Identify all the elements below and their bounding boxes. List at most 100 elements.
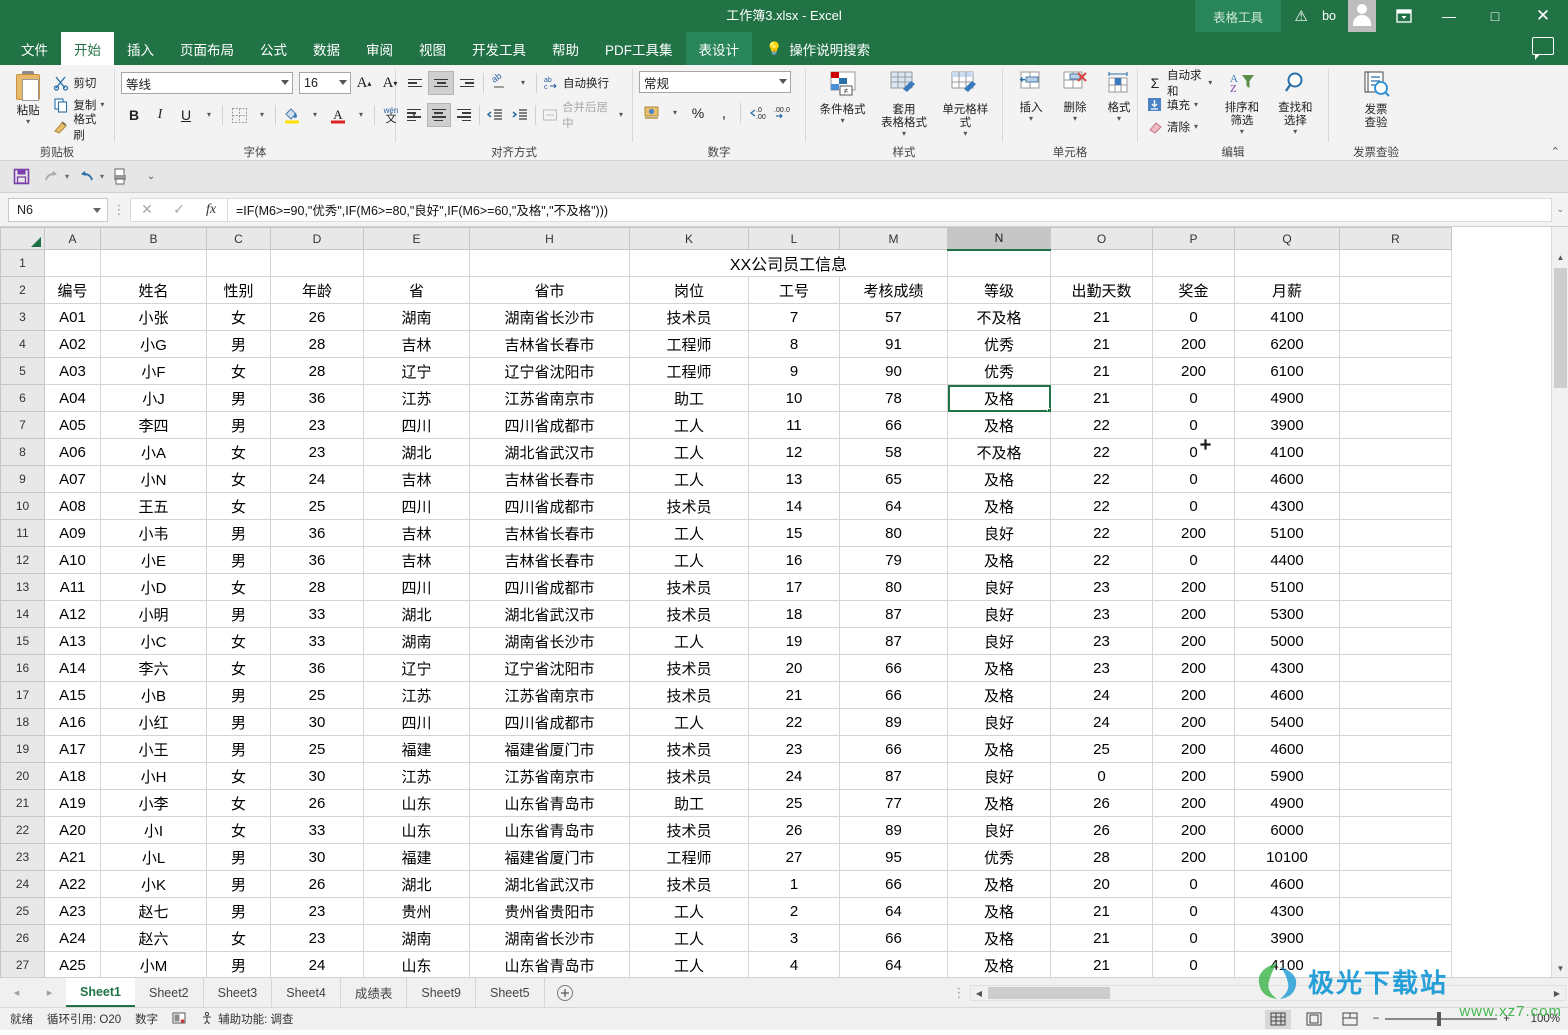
row-header-6[interactable]: 6 bbox=[0, 384, 45, 412]
cell-D7[interactable]: 23 bbox=[270, 411, 364, 439]
cell-N24[interactable]: 及格 bbox=[947, 870, 1051, 898]
cell-L27[interactable]: 4 bbox=[748, 951, 840, 977]
cell-B12[interactable]: 小E bbox=[100, 546, 207, 574]
tab-review[interactable]: 审阅 bbox=[353, 32, 406, 65]
print-preview-icon[interactable] bbox=[108, 165, 134, 189]
cell-M24[interactable]: 66 bbox=[839, 870, 948, 898]
ribbon-display-options-icon[interactable] bbox=[1382, 0, 1426, 32]
expand-formula-bar-icon[interactable]: ⌄ bbox=[1556, 204, 1564, 215]
insert-function-button[interactable]: fx bbox=[195, 202, 227, 218]
cell-B19[interactable]: 小王 bbox=[100, 735, 207, 763]
column-header-N[interactable]: N bbox=[947, 227, 1051, 251]
cell-L24[interactable]: 1 bbox=[748, 870, 840, 898]
cell-N9[interactable]: 及格 bbox=[947, 465, 1051, 493]
cell-P18[interactable]: 200 bbox=[1152, 708, 1235, 736]
cell-K10[interactable]: 技术员 bbox=[629, 492, 749, 520]
cell-N1[interactable] bbox=[947, 249, 1051, 277]
cell-M16[interactable]: 66 bbox=[839, 654, 948, 682]
align-left-button[interactable] bbox=[402, 103, 427, 127]
cell-C26[interactable]: 女 bbox=[206, 924, 271, 952]
cell-Q16[interactable]: 4300 bbox=[1234, 654, 1340, 682]
merge-center-button[interactable]: 合并后居中 ▾ bbox=[539, 102, 626, 130]
cell-E20[interactable]: 江苏 bbox=[363, 762, 470, 790]
cell-M9[interactable]: 65 bbox=[839, 465, 948, 493]
cell-O7[interactable]: 22 bbox=[1050, 411, 1153, 439]
cell-B7[interactable]: 李四 bbox=[100, 411, 207, 439]
cell-R24[interactable] bbox=[1339, 870, 1452, 898]
row-header-18[interactable]: 18 bbox=[0, 708, 45, 736]
cell-P6[interactable]: 0 bbox=[1152, 384, 1235, 412]
cell-P4[interactable]: 200 bbox=[1152, 330, 1235, 358]
row-header-1[interactable]: 1 bbox=[0, 249, 45, 277]
row-header-23[interactable]: 23 bbox=[0, 843, 45, 871]
record-macro-icon[interactable] bbox=[172, 1011, 186, 1028]
sheet-tab-chengjibiao[interactable]: 成绩表 bbox=[341, 978, 408, 1007]
cell-K23[interactable]: 工程师 bbox=[629, 843, 749, 871]
cell-K22[interactable]: 技术员 bbox=[629, 816, 749, 844]
delete-caret[interactable]: ▾ bbox=[1073, 115, 1077, 123]
cell-B10[interactable]: 王五 bbox=[100, 492, 207, 520]
comments-icon[interactable] bbox=[1532, 37, 1554, 60]
cell-P24[interactable]: 0 bbox=[1152, 870, 1235, 898]
zoom-track[interactable] bbox=[1385, 1012, 1498, 1026]
redo-icon[interactable] bbox=[38, 165, 64, 189]
row-header-3[interactable]: 3 bbox=[0, 303, 45, 331]
cell-R22[interactable] bbox=[1339, 816, 1452, 844]
cell-E6[interactable]: 江苏 bbox=[363, 384, 470, 412]
format-as-table-button[interactable]: 套用 表格格式 ▾ bbox=[873, 69, 934, 140]
cell-N27[interactable]: 及格 bbox=[947, 951, 1051, 977]
cell-K7[interactable]: 工人 bbox=[629, 411, 749, 439]
collapse-ribbon-icon[interactable]: ⌃ bbox=[1551, 145, 1560, 158]
comma-style-button[interactable]: , bbox=[711, 101, 737, 125]
cell-R18[interactable] bbox=[1339, 708, 1452, 736]
cell-A15[interactable]: A13 bbox=[44, 627, 101, 655]
cell-A5[interactable]: A03 bbox=[44, 357, 101, 385]
cell-B11[interactable]: 小韦 bbox=[100, 519, 207, 547]
cell-M26[interactable]: 66 bbox=[839, 924, 948, 952]
cell-B25[interactable]: 赵七 bbox=[100, 897, 207, 925]
cell-Q5[interactable]: 6100 bbox=[1234, 357, 1340, 385]
header-cell-N2[interactable]: 等级 bbox=[947, 276, 1051, 304]
sheet-tab-sheet3[interactable]: Sheet3 bbox=[204, 978, 273, 1007]
cell-C22[interactable]: 女 bbox=[206, 816, 271, 844]
zoom-slider[interactable]: − + bbox=[1373, 1012, 1510, 1026]
cell-K20[interactable]: 技术员 bbox=[629, 762, 749, 790]
autosum-caret[interactable]: ▾ bbox=[1208, 79, 1212, 87]
cell-P19[interactable]: 200 bbox=[1152, 735, 1235, 763]
tab-help[interactable]: 帮助 bbox=[539, 32, 592, 65]
normal-view-icon[interactable] bbox=[1264, 1009, 1291, 1029]
cell-B13[interactable]: 小D bbox=[100, 573, 207, 601]
undo-icon[interactable] bbox=[73, 165, 99, 189]
column-header-M[interactable]: M bbox=[839, 227, 948, 250]
row-header-8[interactable]: 8 bbox=[0, 438, 45, 466]
cell-Q3[interactable]: 4100 bbox=[1234, 303, 1340, 331]
font-size-combo[interactable]: 16 bbox=[299, 72, 351, 94]
header-cell-H2[interactable]: 省市 bbox=[469, 276, 630, 304]
cell-O13[interactable]: 23 bbox=[1050, 573, 1153, 601]
cell-E21[interactable]: 山东 bbox=[363, 789, 470, 817]
cell-B8[interactable]: 小A bbox=[100, 438, 207, 466]
fill-handle[interactable] bbox=[1047, 408, 1050, 411]
cell-H3[interactable]: 湖南省长沙市 bbox=[469, 303, 630, 331]
select-all-corner[interactable] bbox=[0, 227, 45, 250]
cell-C24[interactable]: 男 bbox=[206, 870, 271, 898]
cell-Q9[interactable]: 4600 bbox=[1234, 465, 1340, 493]
cell-Q10[interactable]: 4300 bbox=[1234, 492, 1340, 520]
decrease-decimal-icon[interactable]: .00.0 bbox=[770, 101, 796, 125]
cell-O21[interactable]: 26 bbox=[1050, 789, 1153, 817]
column-header-K[interactable]: K bbox=[629, 227, 749, 250]
cell-M6[interactable]: 78 bbox=[839, 384, 948, 412]
cell-H22[interactable]: 山东省青岛市 bbox=[469, 816, 630, 844]
column-header-L[interactable]: L bbox=[748, 227, 840, 250]
cell-D26[interactable]: 23 bbox=[270, 924, 364, 952]
row-header-21[interactable]: 21 bbox=[0, 789, 45, 817]
cell-C7[interactable]: 男 bbox=[206, 411, 271, 439]
cell-P13[interactable]: 200 bbox=[1152, 573, 1235, 601]
cell-C8[interactable]: 女 bbox=[206, 438, 271, 466]
column-header-O[interactable]: O bbox=[1050, 227, 1153, 250]
cell-Q7[interactable]: 3900 bbox=[1234, 411, 1340, 439]
cell-Q11[interactable]: 5100 bbox=[1234, 519, 1340, 547]
cell-O23[interactable]: 28 bbox=[1050, 843, 1153, 871]
cell-A1[interactable] bbox=[44, 249, 101, 277]
cell-H1[interactable] bbox=[469, 249, 630, 277]
